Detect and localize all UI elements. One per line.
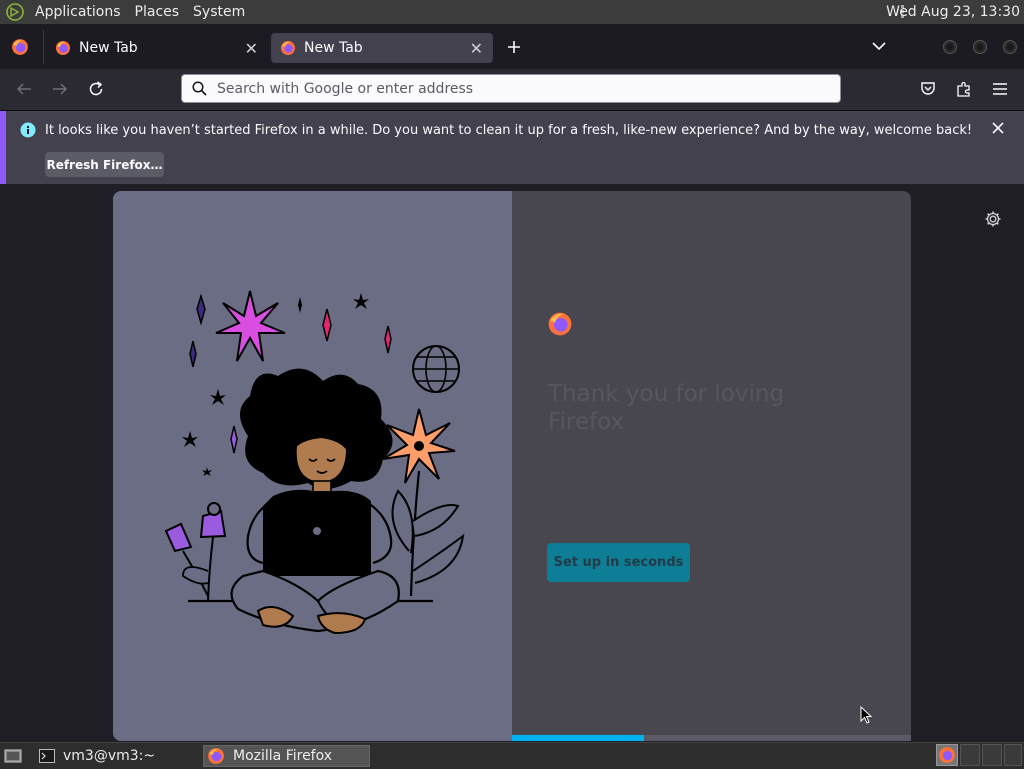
pocket-icon[interactable] [920,81,936,97]
extensions-puzzle-icon[interactable] [956,81,972,97]
menu-system[interactable]: System [186,0,252,24]
address-bar-placeholder: Search with Google or enter address [217,80,474,97]
back-arrow-icon[interactable] [16,82,32,96]
tab-close-icon[interactable]: ✕ [470,39,483,58]
tab-close-icon[interactable]: ✕ [245,39,258,58]
firefox-workspace-icon [939,747,955,763]
workspace-2[interactable] [960,744,980,766]
firefox-view-icon[interactable] [11,38,29,56]
settings-gear-icon[interactable] [984,210,1002,228]
notification-message: It looks like you haven’t started Firefo… [45,123,973,138]
menu-applications[interactable]: Applications [28,0,128,24]
tab-new-tab-1[interactable]: New Tab ✕ [46,33,268,63]
tab-title: New Tab [79,40,138,56]
close-window-icon[interactable] [1003,40,1017,54]
top-panel: Applications Places System Wed Aug 23, 1… [0,0,1024,24]
tab-new-tab-2[interactable]: New Tab ✕ [271,33,493,63]
onboarding-progress-fill [512,735,644,741]
firefox-taskbar-icon [208,748,224,764]
terminal-icon [39,749,55,763]
notification-close-icon[interactable] [992,122,1004,134]
maximize-window-icon[interactable] [973,40,987,54]
onboarding-content-panel [512,191,911,741]
info-icon [20,122,36,138]
firefox-logo-icon [548,312,572,336]
firefox-tab-icon [281,41,295,55]
forward-arrow-icon[interactable] [52,82,68,96]
menu-places[interactable]: Places [128,0,187,24]
minimize-window-icon[interactable] [943,40,957,54]
show-desktop-icon[interactable] [4,748,22,764]
tab-title: New Tab [304,40,363,56]
list-all-tabs-chevron-icon[interactable] [872,41,886,51]
hamburger-menu-icon[interactable] [992,82,1008,96]
reload-icon[interactable] [88,81,104,97]
set-up-in-seconds-button[interactable]: Set up in seconds [547,543,690,582]
distro-logo-icon[interactable] [6,3,24,21]
tab-separator [43,30,44,64]
new-tab-plus-icon[interactable] [507,40,521,54]
address-bar[interactable]: Search with Google or enter address [181,74,841,103]
woman-with-laptop-illustration [164,290,465,635]
search-icon [192,81,207,96]
firefox-tab-icon [56,41,70,55]
clock[interactable]: Wed Aug 23, 13:30 [886,0,1020,24]
refresh-firefox-button[interactable]: Refresh Firefox… [45,152,164,177]
workspace-1[interactable] [936,744,958,766]
taskbar-firefox[interactable]: Mozilla Firefox [203,745,370,767]
taskbar-terminal[interactable]: vm3@vm3:~ [34,745,199,767]
workspace-3[interactable] [982,744,1002,766]
welcome-title: Thank you for loving Firefox [548,381,785,435]
window-controls [943,40,1017,54]
taskbar-terminal-label: vm3@vm3:~ [63,748,156,764]
mouse-cursor-icon [860,706,872,724]
workspace-4[interactable] [1004,744,1022,766]
taskbar-firefox-label: Mozilla Firefox [233,748,333,764]
